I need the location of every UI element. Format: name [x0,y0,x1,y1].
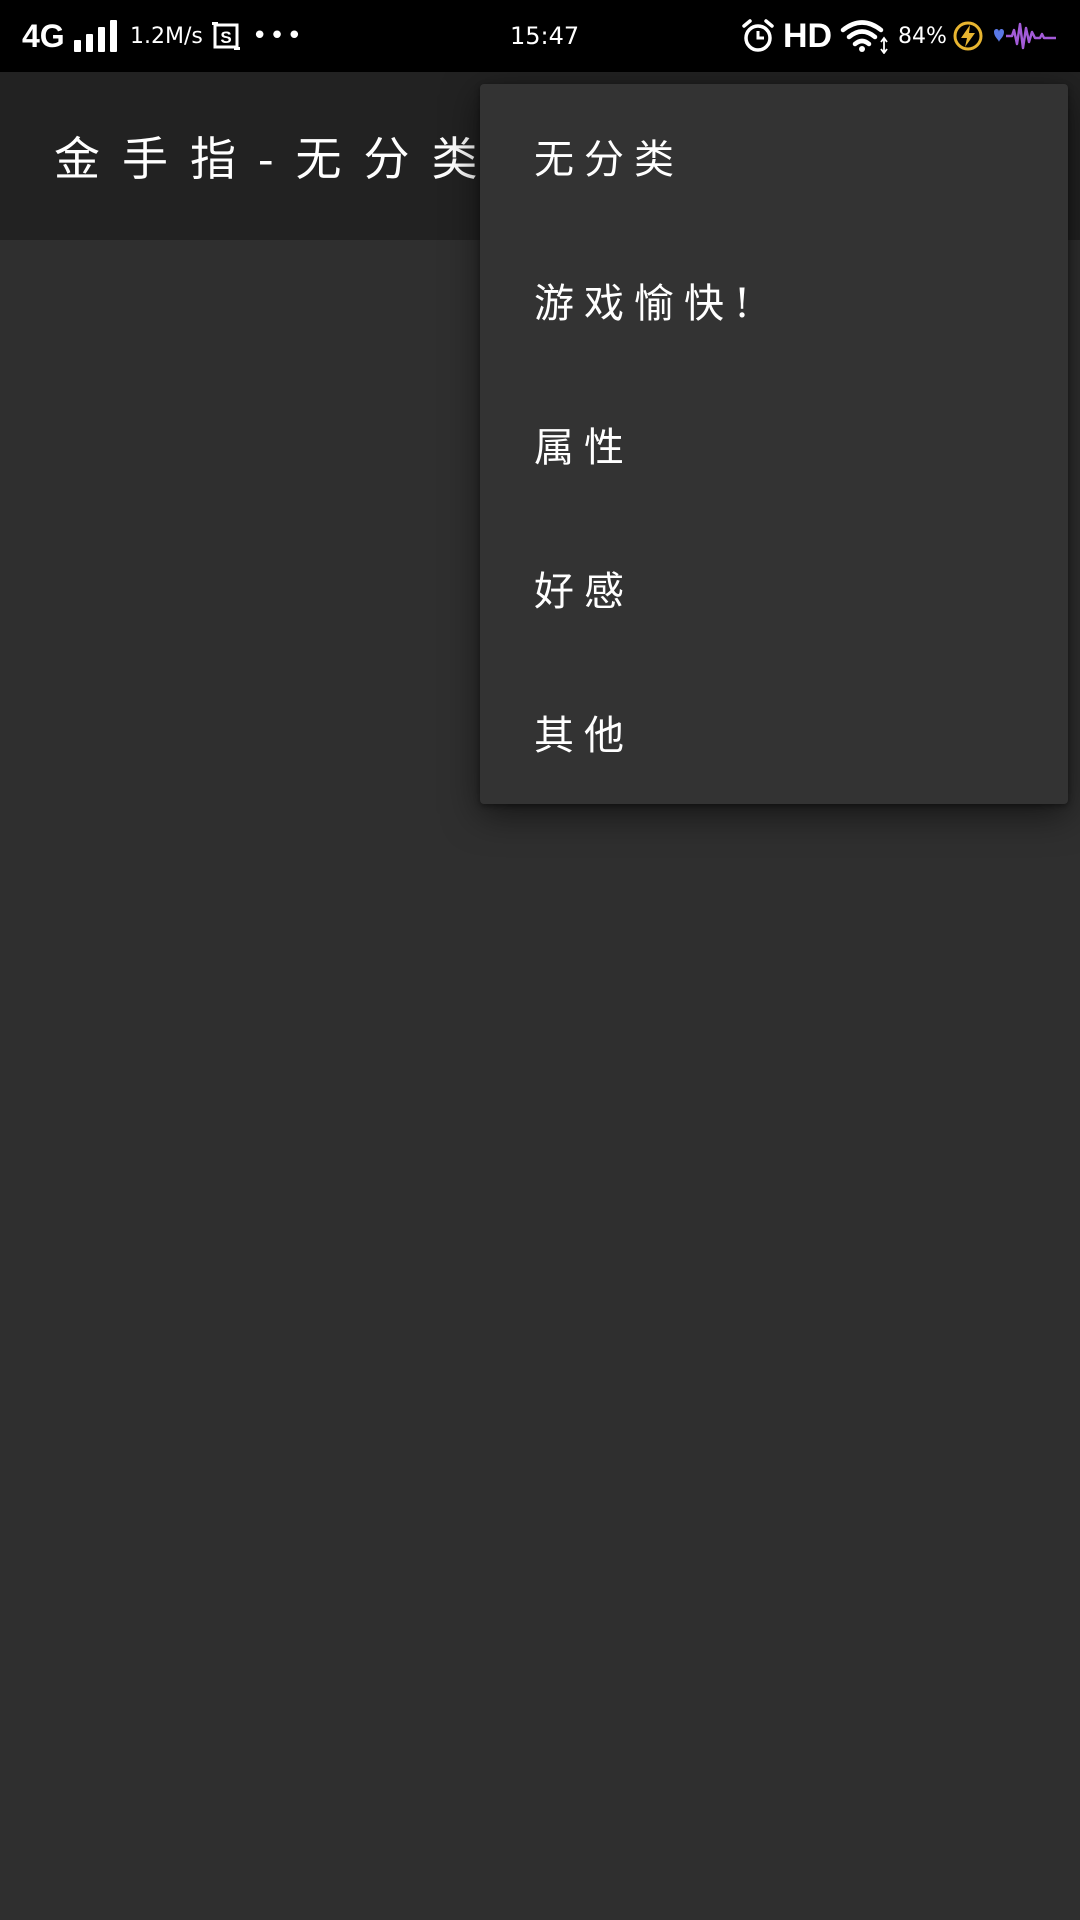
network-speed: 1.2M/s [130,23,203,49]
screenshot-icon: S [210,0,242,72]
network-type: 4G [22,17,65,54]
more-notifications: ••• [252,21,305,51]
wifi-icon [840,0,890,72]
svg-text:S: S [220,28,231,47]
clock: 15:47 [510,22,580,50]
heart-icon [994,29,1004,42]
charging-icon [952,0,984,72]
menu-item-favorability[interactable]: 好感 [480,516,1068,660]
category-menu: 无分类 游戏愉快! 属性 好感 其他 [480,84,1068,804]
audio-wave-icon [990,0,1060,72]
signal-icon [74,0,117,52]
hd-indicator: HD [783,16,833,55]
page-title: 金手指-无分类 [54,132,500,186]
menu-item-attributes[interactable]: 属性 [480,372,1068,516]
menu-item-uncategorized[interactable]: 无分类 [480,84,1068,228]
battery-level: 84% [898,23,947,49]
menu-item-enjoy-game[interactable]: 游戏愉快! [480,228,1068,372]
alarm-icon [740,0,776,72]
menu-item-other[interactable]: 其他 [480,660,1068,804]
status-bar: 4G 1.2M/s S ••• 15:47 HD 84% [0,0,1080,72]
